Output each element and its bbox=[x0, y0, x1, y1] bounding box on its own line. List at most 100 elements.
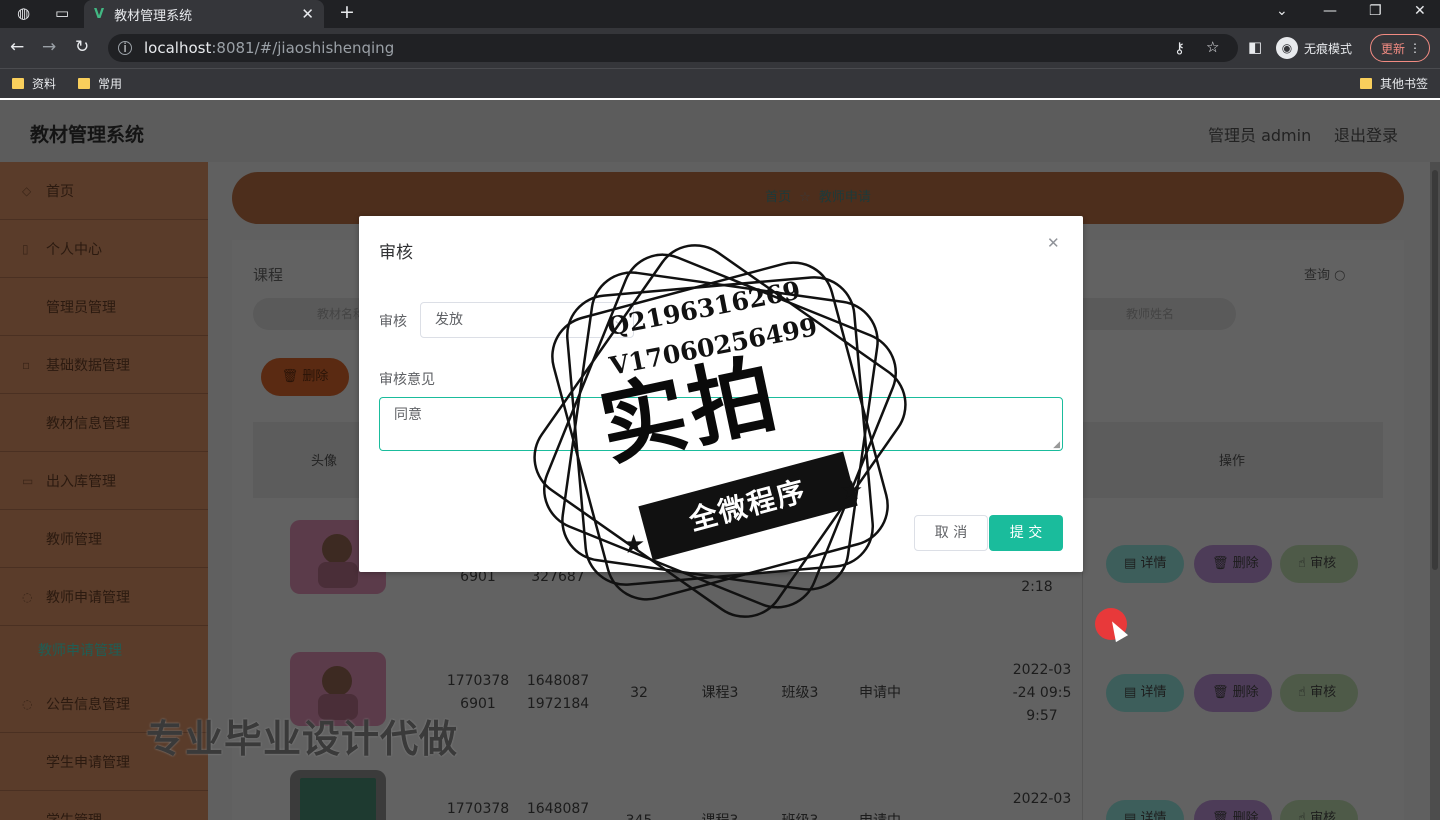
tab-search-icon[interactable]: ⌄ bbox=[1276, 3, 1288, 19]
delete-label: 删除 bbox=[1232, 685, 1259, 700]
row-status: 申请中 bbox=[859, 685, 901, 701]
bookmark-star-icon[interactable]: ☆ bbox=[1206, 38, 1219, 56]
query-button[interactable]: 查询 ○ bbox=[1304, 264, 1346, 283]
panel-label: 课程 bbox=[253, 266, 284, 284]
delete-button[interactable]: 🗑 删除 bbox=[1194, 674, 1272, 712]
request-icon: ◌ bbox=[22, 589, 33, 604]
detail-button[interactable]: ▤ 详情 bbox=[1106, 674, 1184, 712]
delete-label: 删除 bbox=[1232, 556, 1259, 571]
sidebar-item-basic-data[interactable]: ▫ 基础数据管理 bbox=[0, 336, 208, 394]
sidebar-item-teacher-requests[interactable]: ◌ 教师申请管理 bbox=[0, 568, 208, 626]
dialog-close-icon[interactable]: ✕ bbox=[1047, 234, 1060, 252]
bookmarks-bar: 资料 常用 其他书签 bbox=[0, 68, 1440, 98]
sidebar-item-home[interactable]: ◇ 首页 bbox=[0, 162, 208, 220]
cancel-button[interactable]: 取 消 bbox=[914, 515, 988, 551]
row-time: 2:18 bbox=[1021, 579, 1053, 595]
bookmark-label: 常用 bbox=[98, 77, 123, 91]
audit-button[interactable]: ☝ 审核 bbox=[1280, 674, 1358, 712]
breadcrumb-home[interactable]: 首页 bbox=[765, 190, 791, 205]
sidebar-item-admins[interactable]: 管理员管理 bbox=[0, 278, 208, 336]
bookmark-item[interactable]: 常用 bbox=[78, 75, 122, 92]
avatar bbox=[290, 770, 386, 820]
opinion-label: 审核意见 bbox=[379, 372, 435, 388]
close-tab-icon[interactable]: ✕ bbox=[301, 5, 314, 23]
batch-delete-button[interactable]: 🗑 删除 bbox=[261, 358, 349, 396]
row-course: 课程3 bbox=[692, 810, 748, 820]
url-bar[interactable]: i localhost:8081/#/jiaoshishenqing ⚷ ☆ bbox=[108, 34, 1238, 62]
new-tab-icon[interactable]: + bbox=[339, 1, 355, 23]
incognito-badge[interactable]: ◉ 无痕模式 bbox=[1276, 37, 1352, 59]
opinion-value: 同意 bbox=[394, 407, 422, 423]
row-time: 2022-03 bbox=[1012, 791, 1072, 807]
detail-button[interactable]: ▤ 详情 bbox=[1106, 545, 1184, 583]
audit-button[interactable]: ☝ 审核 bbox=[1280, 545, 1358, 583]
bookmark-label: 资料 bbox=[32, 77, 57, 91]
current-user: 管理员 admin bbox=[1208, 126, 1312, 145]
page-scrollbar[interactable] bbox=[1430, 162, 1440, 820]
delete-label: 删除 bbox=[1232, 811, 1259, 820]
sidebar-item-label: 公告信息管理 bbox=[46, 696, 130, 713]
user-icon: ▯ bbox=[22, 241, 29, 256]
window-close-icon[interactable]: ✕ bbox=[1414, 3, 1426, 19]
inventory-icon: ▭ bbox=[22, 473, 34, 488]
delete-button[interactable]: 🗑 删除 bbox=[1194, 545, 1272, 583]
sidebar-item-textbooks[interactable]: 教材信息管理 bbox=[0, 394, 208, 452]
side-panel-icon[interactable]: ◧ bbox=[1248, 38, 1262, 56]
teacher-search-input[interactable]: 教师姓名 bbox=[1062, 298, 1236, 330]
row-qty: 345 bbox=[619, 810, 659, 820]
col-actions: 操作 bbox=[1219, 454, 1246, 469]
url-host: localhost bbox=[144, 39, 212, 57]
sidebar-item-label: 管理员管理 bbox=[46, 299, 116, 316]
audit-button[interactable]: ☝ 审核 bbox=[1280, 800, 1358, 820]
audit-label: 审核 bbox=[379, 314, 407, 330]
incognito-label: 无痕模式 bbox=[1304, 41, 1353, 56]
star-icon: ☆ bbox=[799, 190, 811, 205]
audit-label: 审核 bbox=[1310, 556, 1337, 571]
home-icon: ◇ bbox=[22, 183, 32, 198]
key-icon[interactable]: ⚷ bbox=[1174, 39, 1185, 57]
detail-label: 详情 bbox=[1140, 811, 1167, 820]
thumb-icon: ☝ bbox=[1298, 685, 1306, 700]
menu-kebab-icon[interactable]: ⋮ bbox=[1409, 41, 1421, 55]
sidebar-item-label: 基础数据管理 bbox=[46, 357, 130, 374]
data-icon: ▫ bbox=[22, 357, 31, 372]
announce-icon: ◌ bbox=[22, 696, 33, 711]
restore-icon[interactable]: ❐ bbox=[1369, 3, 1382, 19]
bookmark-item[interactable]: 资料 bbox=[12, 75, 56, 92]
forward-icon[interactable]: → bbox=[42, 37, 56, 57]
sidebar-item-profile[interactable]: ▯ 个人中心 bbox=[0, 220, 208, 278]
detail-button[interactable]: ▤ 详情 bbox=[1106, 800, 1184, 820]
detail-label: 详情 bbox=[1140, 685, 1167, 700]
update-button[interactable]: 更新 ⋮ bbox=[1370, 34, 1431, 62]
browser-tab[interactable]: V 教材管理系统 ✕ bbox=[84, 0, 324, 28]
folder-icon bbox=[78, 78, 90, 89]
sidebar-item-inventory[interactable]: ▭ 出入库管理 bbox=[0, 452, 208, 510]
tab-list-icon[interactable]: ▭ bbox=[55, 4, 69, 22]
dialog-title: 审核 bbox=[379, 243, 413, 263]
breadcrumb-current: 教师申请 bbox=[818, 190, 871, 205]
sidebar-item-label: 教师申请管理 bbox=[46, 589, 130, 606]
sidebar-item-label: 首页 bbox=[46, 183, 74, 200]
folder-icon bbox=[12, 78, 24, 89]
back-icon[interactable]: ← bbox=[10, 37, 24, 57]
col-avatar: 头像 bbox=[311, 454, 338, 469]
other-bookmarks[interactable]: 其他书签 bbox=[1360, 75, 1428, 92]
sidebar-subitem-teacher-requests[interactable]: 教师申请管理 bbox=[38, 640, 122, 660]
minimize-icon[interactable]: — bbox=[1323, 3, 1337, 19]
row-time: 2022-03 -24 09:5 9:57 bbox=[1012, 662, 1072, 724]
sidebar-item-label: 学生管理 bbox=[46, 810, 102, 820]
url-path: :8081/#/jiaoshishenqing bbox=[211, 39, 395, 57]
site-info-icon[interactable]: i bbox=[118, 41, 132, 55]
sidebar-item-students[interactable]: 学生管理 bbox=[0, 791, 208, 820]
browser-tab-bar: ◍ ▭ V 教材管理系统 ✕ + ⌄ — ❐ ✕ bbox=[0, 0, 1440, 28]
resize-grip-icon[interactable]: ◢ bbox=[1053, 440, 1060, 450]
globe-icon[interactable]: ◍ bbox=[17, 4, 30, 22]
sidebar-item-teachers[interactable]: 教师管理 bbox=[0, 510, 208, 568]
row-phone: 1770378 bbox=[446, 801, 510, 817]
delete-button[interactable]: 🗑 删除 bbox=[1194, 800, 1272, 820]
scrollbar-thumb[interactable] bbox=[1432, 170, 1438, 570]
reload-icon[interactable]: ↻ bbox=[75, 37, 89, 57]
submit-button[interactable]: 提 交 bbox=[989, 515, 1063, 551]
update-label: 更新 bbox=[1381, 41, 1406, 56]
logout-link[interactable]: 退出登录 bbox=[1334, 122, 1398, 146]
